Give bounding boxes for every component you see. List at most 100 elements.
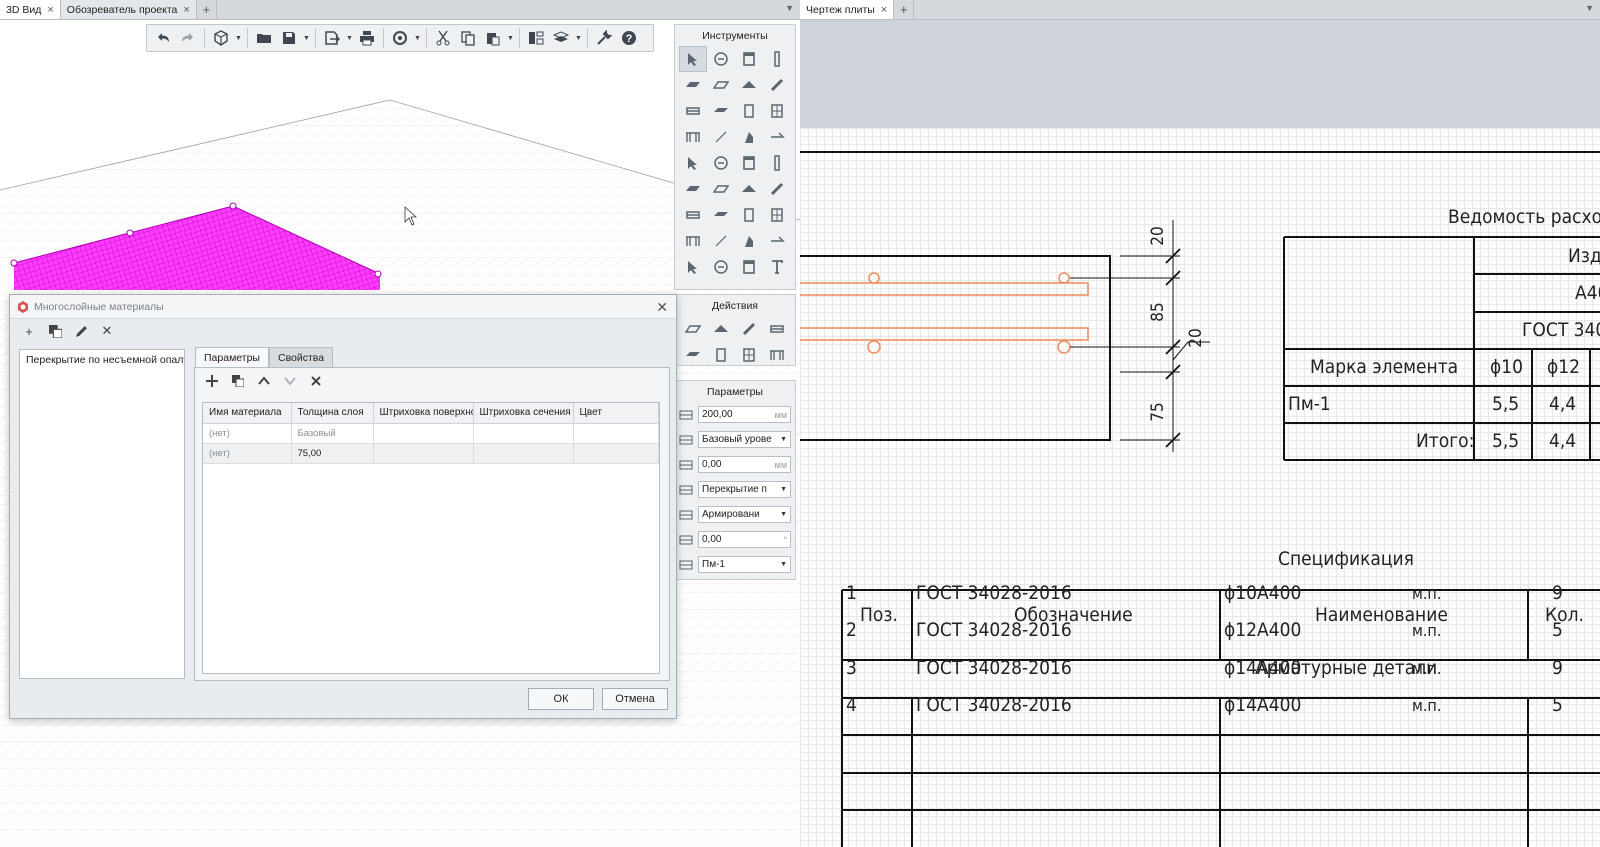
section-icon[interactable] <box>679 254 707 280</box>
parameter-input[interactable]: 0,00 ° <box>698 531 791 548</box>
tab-3d-view[interactable]: 3D Вид × <box>0 0 61 19</box>
close-icon[interactable]: × <box>881 4 887 16</box>
tab-slab-drawing[interactable]: Чертеж плиты × <box>800 0 895 19</box>
parameter-select[interactable]: Базовый урове ▼ <box>698 431 791 448</box>
table-row[interactable]: (нет) Базовый <box>203 423 659 444</box>
roof-icon[interactable] <box>707 72 735 98</box>
column-header[interactable]: Имя материала <box>203 403 292 424</box>
delete-icon[interactable] <box>305 371 327 391</box>
parameter-select[interactable]: Армировани ▼ <box>698 506 791 523</box>
grip-handle[interactable] <box>10 259 18 267</box>
delete-icon[interactable]: ✕ <box>96 321 118 341</box>
elevation-icon[interactable] <box>707 254 735 280</box>
light-icon[interactable] <box>735 202 763 228</box>
properties-icon[interactable] <box>524 26 548 50</box>
close-icon[interactable]: × <box>183 4 189 16</box>
fill-icon[interactable] <box>735 342 763 368</box>
beam-icon[interactable] <box>679 98 707 124</box>
column-header[interactable]: Штриховка поверхности <box>373 403 474 424</box>
redo-icon[interactable] <box>176 26 200 50</box>
tab-menu-chevron-icon[interactable]: ▼ <box>1585 3 1594 13</box>
move-down-icon[interactable] <box>279 371 301 391</box>
extend-icon[interactable] <box>707 342 735 368</box>
parameter-select[interactable]: Пм-1 ▼ <box>698 556 791 573</box>
cut-icon[interactable] <box>431 26 455 50</box>
hatch-icon[interactable] <box>735 124 763 150</box>
parameter-input[interactable]: 200,00 мм <box>698 406 791 423</box>
array-icon[interactable] <box>735 316 763 342</box>
wrench-icon[interactable] <box>592 26 616 50</box>
camera-icon[interactable] <box>707 150 735 176</box>
paste-icon[interactable] <box>481 26 505 50</box>
chevron-down-icon[interactable]: ▼ <box>574 26 583 50</box>
chevron-down-icon[interactable]: ▼ <box>302 26 311 50</box>
zone-icon[interactable] <box>707 228 735 254</box>
add-tab-button[interactable]: + <box>197 0 217 19</box>
grip-handle[interactable] <box>126 229 134 237</box>
cancel-button[interactable]: Отмена <box>602 688 668 710</box>
duplicate-icon[interactable] <box>227 371 249 391</box>
list-item[interactable]: Перекрытие по несъемной опалубке <box>20 350 184 370</box>
fan-icon[interactable] <box>735 150 763 176</box>
add-tab-button[interactable]: + <box>894 0 915 19</box>
ok-button[interactable]: ОК <box>528 688 594 710</box>
close-icon[interactable]: × <box>47 4 53 16</box>
chevron-down-icon[interactable]: ▼ <box>780 486 787 493</box>
chevron-down-icon[interactable]: ▼ <box>234 26 243 50</box>
parameter-select[interactable]: Перекрытие п ▼ <box>698 481 791 498</box>
chevron-down-icon[interactable]: ▼ <box>780 511 787 518</box>
copy-icon[interactable] <box>456 26 480 50</box>
grip-handle[interactable] <box>374 270 382 278</box>
edit-icon[interactable] <box>70 321 92 341</box>
duplicate-icon[interactable] <box>44 321 66 341</box>
grip-handle[interactable] <box>229 202 237 210</box>
table-row[interactable]: (нет) 75,00 <box>203 443 659 464</box>
split-icon[interactable] <box>679 316 707 342</box>
cabinet-icon[interactable] <box>679 228 707 254</box>
opening-icon[interactable] <box>763 72 791 98</box>
column-header[interactable]: Толщина слоя <box>291 403 374 424</box>
column-header[interactable]: Цвет <box>573 403 659 424</box>
table-cell[interactable]: (нет) <box>203 443 292 464</box>
door-icon[interactable] <box>735 98 763 124</box>
line-icon[interactable] <box>707 124 735 150</box>
parameter-input[interactable]: 0,00 мм <box>698 456 791 473</box>
shape-icon[interactable] <box>707 202 735 228</box>
tab-properties[interactable]: Свойства <box>268 347 334 368</box>
grid-icon[interactable] <box>735 228 763 254</box>
add-icon[interactable] <box>201 371 223 391</box>
drawing-sheet[interactable]: 20 85 20 75 Ведомость расход Изде А40 ГО… <box>800 128 1600 847</box>
chevron-down-icon[interactable]: ▼ <box>345 26 354 50</box>
detail-icon[interactable] <box>735 254 763 280</box>
add-icon[interactable]: + <box>18 321 40 341</box>
tank-icon[interactable] <box>707 176 735 202</box>
print-icon[interactable] <box>355 26 379 50</box>
move-up-icon[interactable] <box>253 371 275 391</box>
truss-icon[interactable] <box>679 124 707 150</box>
sync-icon[interactable] <box>388 26 412 50</box>
tab-parameters[interactable]: Параметры <box>195 347 269 368</box>
dimension-icon[interactable] <box>763 124 791 150</box>
view-cube-icon[interactable] <box>209 26 233 50</box>
chevron-down-icon[interactable]: ▼ <box>780 561 787 568</box>
table-cell[interactable]: 75,00 <box>291 443 374 464</box>
wall-icon[interactable] <box>735 46 763 72</box>
column-icon[interactable] <box>763 46 791 72</box>
layers-icon[interactable] <box>549 26 573 50</box>
cable-icon[interactable] <box>679 202 707 228</box>
column-header[interactable]: Штриховка сечения <box>473 403 574 424</box>
close-icon[interactable]: ✕ <box>656 299 668 316</box>
slab-icon[interactable] <box>679 72 707 98</box>
tab-project-browser[interactable]: Обозреватель проекта × <box>60 0 197 19</box>
mirror-icon[interactable] <box>763 316 791 342</box>
table-cell[interactable] <box>473 423 574 444</box>
fitting-icon[interactable] <box>763 176 791 202</box>
railing-icon[interactable] <box>707 98 735 124</box>
tab-menu-chevron-icon[interactable]: ▼ <box>785 3 794 13</box>
mep-equipment-icon[interactable] <box>679 150 707 176</box>
table-cell[interactable] <box>373 423 474 444</box>
valve-icon[interactable] <box>735 176 763 202</box>
export-icon[interactable] <box>320 26 344 50</box>
chevron-down-icon[interactable]: ▼ <box>506 26 515 50</box>
undo-icon[interactable] <box>151 26 175 50</box>
